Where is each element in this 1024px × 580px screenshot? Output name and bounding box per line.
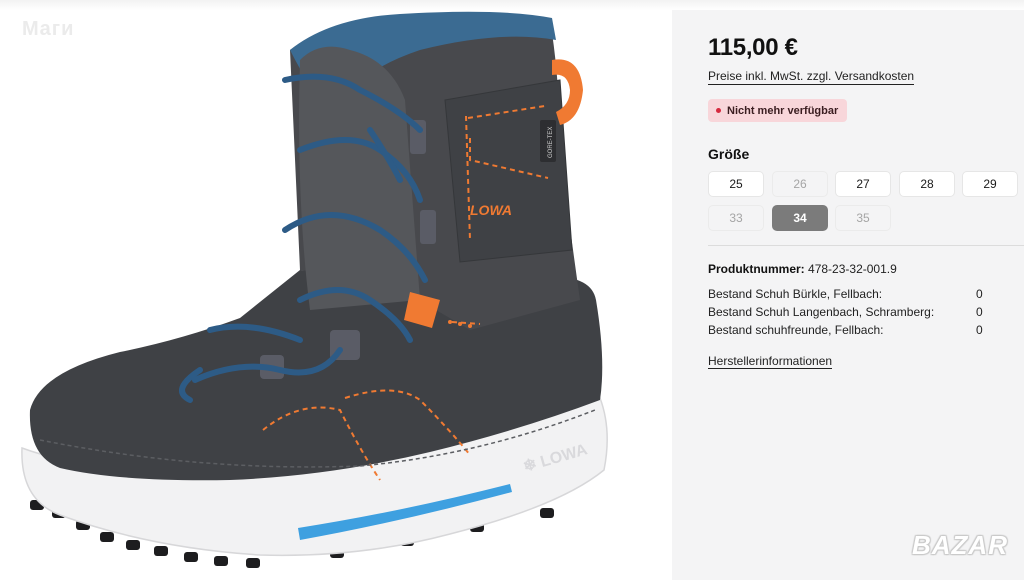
size-option-28[interactable]: 28 — [899, 171, 955, 197]
product-boot-image: ❄ LOWA LOWA GORE-TEX — [21, 11, 608, 568]
bazar-watermark: BAZAR — [912, 530, 1008, 560]
availability-badge: Nicht mehr verfügbar — [708, 99, 848, 122]
stock-qty: 0 — [976, 305, 983, 319]
size-heading: Größe — [708, 146, 750, 162]
stock-qty: 0 — [976, 287, 983, 301]
size-option-27[interactable]: 27 — [835, 171, 891, 197]
price-note-link[interactable]: Preise inkl. MwSt. zzgl. Versandkosten — [708, 69, 915, 85]
svg-text:GORE-TEX: GORE-TEX — [548, 127, 554, 158]
size-option-33[interactable]: 33 — [708, 205, 764, 231]
product-price: 115,00 € — [708, 34, 798, 61]
status-dot-icon — [716, 108, 721, 113]
availability-badge-label: Nicht mehr verfügbar — [727, 104, 839, 117]
top-shadow-line — [0, 0, 1024, 10]
brand-logo-text: LOWA — [470, 202, 512, 218]
boot-side-panel — [444, 79, 573, 263]
size-option-26[interactable]: 26 — [772, 171, 828, 197]
stock-row: Bestand schuhfreunde, Fellbach: 0 — [708, 323, 998, 337]
size-option-34[interactable]: 34 — [772, 205, 828, 231]
stock-qty: 0 — [976, 323, 983, 337]
product-image-panel[interactable]: Mаги ❄ LOWA LOWA GORE-TEX — [0, 10, 672, 580]
product-number-label: Produktnummer: — [708, 262, 805, 276]
product-number: Produktnummer: 478-23-32-001.9 — [708, 262, 897, 276]
size-option-25[interactable]: 25 — [708, 171, 764, 197]
stock-row: Bestand Schuh Bürkle, Fellbach: 0 — [708, 287, 998, 301]
stock-store-name: Bestand schuhfreunde, Fellbach: — [708, 323, 884, 337]
stock-store-name: Bestand Schuh Bürkle, Fellbach: — [708, 287, 883, 301]
size-option-29[interactable]: 29 — [962, 171, 1018, 197]
manufacturer-info-link[interactable]: Herstellerinformationen — [708, 354, 833, 369]
stock-store-name: Bestand Schuh Langenbach, Schramberg: — [708, 305, 935, 319]
size-option-35[interactable]: 35 — [835, 205, 891, 231]
watermark-text: Mаги — [22, 18, 75, 40]
section-divider — [708, 245, 1024, 246]
product-number-value: 478-23-32-001.9 — [808, 262, 897, 276]
stock-row: Bestand Schuh Langenbach, Schramberg: 0 — [708, 305, 998, 319]
product-info-panel: 115,00 € Preise inkl. MwSt. zzgl. Versan… — [672, 10, 1024, 580]
